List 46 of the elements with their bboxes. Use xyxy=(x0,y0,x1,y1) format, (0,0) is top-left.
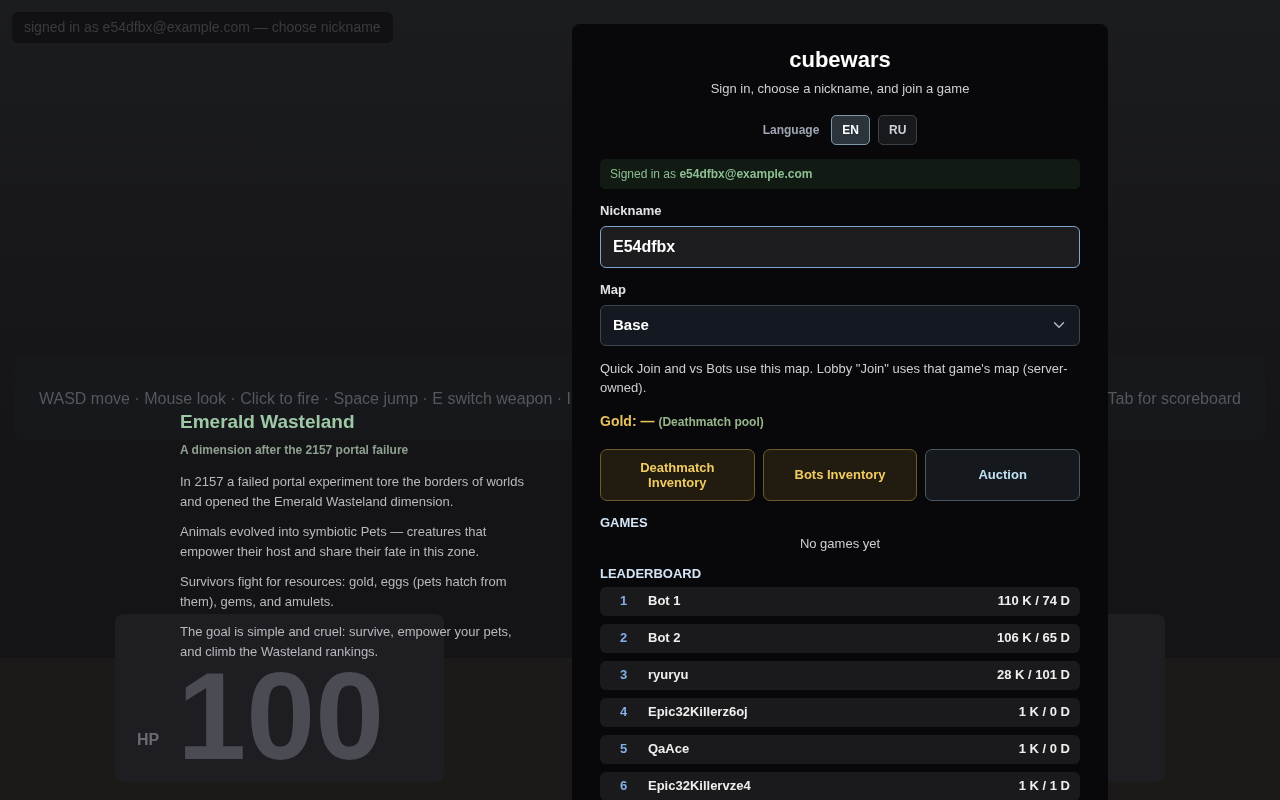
player-name: Epic32Killervze4 xyxy=(648,777,752,796)
lore-subtitle: A dimension after the 2157 portal failure xyxy=(180,442,410,459)
lore-paragraph: Survivors fight for resources: gold, eggs (pets hatch from them), gems, and amulets. xyxy=(180,573,508,611)
empty-games-text: No games yet xyxy=(798,535,882,552)
player-score: 1 K / 1 D xyxy=(1018,777,1070,796)
currency-balance: Gold: — xyxy=(600,412,655,429)
inventory-button[interactable]: Deathmatch Inventory xyxy=(600,448,755,501)
hp-label: HP xyxy=(137,730,160,750)
player-name: ryuryu xyxy=(648,666,690,685)
controls-hint: WASD move · Mouse look · Click to fire · Space jump · E switch weapon · I xyxy=(39,388,571,409)
pool-note: (Deathmatch pool) xyxy=(658,414,764,429)
lore-title: Emerald Wasteland xyxy=(180,412,356,432)
player-name: Bot 1 xyxy=(648,592,682,611)
player-score: 110 K / 74 D xyxy=(997,592,1070,611)
dialog-subtitle: Sign in, choose a nickname, and join a game xyxy=(709,80,971,98)
rank-number: 5 xyxy=(620,740,629,759)
rank-number: 4 xyxy=(620,703,629,722)
map-select[interactable]: Base xyxy=(600,304,1080,346)
player-name: Epic32Killerz6oj xyxy=(648,703,749,722)
map-note: Quick Join and vs Bots use this map. Lobby "Join" uses that game's map (server-owned). xyxy=(600,359,1069,397)
player-score: 1 K / 0 D xyxy=(1018,703,1070,722)
signed-in-notice: Signed in as e54dfbx@example.com xyxy=(600,158,1080,189)
player-score: 28 K / 101 D xyxy=(997,666,1070,685)
leaderboard-heading: LEADERBOARD xyxy=(600,565,703,581)
nickname-label: Nickname xyxy=(600,202,663,218)
nickname-field[interactable]: E54dfbx xyxy=(600,225,1080,268)
controls-hint: Tab for scoreboard xyxy=(1107,388,1241,409)
lore-paragraph: In 2157 a failed portal experiment tore the borders of worlds and opened the Emerald Wasteland dimension. xyxy=(180,473,525,511)
dialog-title: cubewars xyxy=(788,46,892,74)
lore-paragraph: The goal is simple and cruel: survive, empower your pets, and climb the Wasteland rankings. xyxy=(180,623,513,661)
language-label: Language xyxy=(762,121,820,139)
player-name: QaAce xyxy=(648,740,691,759)
inventory-button[interactable]: Bots Inventory xyxy=(762,448,918,501)
map-label: Map xyxy=(600,281,627,297)
player-score: 106 K / 65 D xyxy=(997,629,1070,648)
language-button[interactable]: EN xyxy=(831,114,870,145)
rank-number: 2 xyxy=(620,629,629,648)
auction-button[interactable]: Auction xyxy=(925,448,1080,501)
games-heading: GAMES xyxy=(600,514,649,530)
player-score: 1 K / 0 D xyxy=(1018,740,1070,759)
rank-number: 6 xyxy=(620,777,629,796)
rank-number: 3 xyxy=(620,666,629,685)
lore-paragraph: Animals evolved into symbiotic Pets — creatures that empower their host and share their fate in this zone. xyxy=(180,523,488,561)
rank-number: 1 xyxy=(620,592,629,611)
player-name: Bot 2 xyxy=(648,629,682,648)
language-button[interactable]: RU xyxy=(878,114,918,145)
